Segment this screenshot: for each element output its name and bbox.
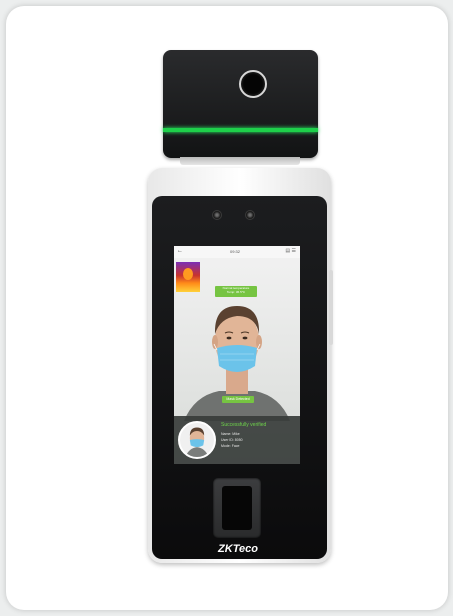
temperature-tag-line: Temp: 36.5°C [226,289,246,294]
right-ir-sensor [245,210,255,220]
thermal-head [183,268,193,280]
mask-detected-tag: Mask Detected [222,396,254,403]
brand-logo: ZKTeco [218,543,258,555]
result-line: User ID: 8050 [221,438,243,442]
camera-lens [239,70,267,98]
fingerprint-window [222,486,252,530]
result-line: Name: Mike [221,432,240,436]
result-line: Mode: Face [221,444,240,448]
avatar [178,421,216,459]
temperature-tag: Normal temperature Temp: 36.5°C [215,286,257,297]
thermal-preview-image [176,262,200,292]
side-button [329,270,333,345]
left-ir-sensor [212,210,222,220]
fingerprint-reader [213,478,261,538]
avatar-face-image [180,423,214,457]
camera-module [163,50,318,158]
camera-mount [180,157,300,165]
result-title: Successfully verified [221,422,267,428]
status-light-strip [163,128,318,132]
verification-result-panel: Successfully verified Name: Mike User ID… [174,416,300,464]
touch-screen: ← 09:32 ▤ ☰ Normal temperature Temp: 36.… [174,246,300,464]
